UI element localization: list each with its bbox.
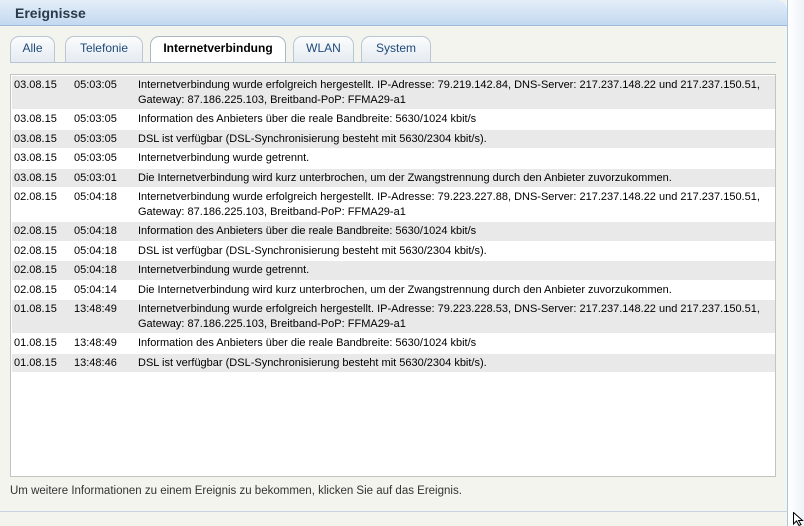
tab-alle[interactable]: Alle xyxy=(10,36,55,62)
event-date: 02.08.15 xyxy=(14,225,57,237)
tab-wlan[interactable]: WLAN xyxy=(293,36,354,62)
tab-divider xyxy=(10,62,776,63)
table-row[interactable]: 03.08.15 05:03:05 Information des Anbieter… xyxy=(12,110,775,130)
event-date: 01.08.15 xyxy=(14,303,57,315)
tab-system[interactable]: System xyxy=(361,36,431,62)
event-time: 05:03:01 xyxy=(74,171,117,184)
event-message: Internetverbindung wurde erfolgreich her… xyxy=(138,191,760,218)
event-message: Internetverbindung wurde getrennt. xyxy=(138,152,310,164)
event-date: 02.08.15 xyxy=(14,191,57,203)
table-row[interactable]: 02.08.15 05:04:18 Information des Anbieter… xyxy=(12,222,775,242)
event-time: 05:04:18 xyxy=(74,191,117,203)
event-time: 05:03:05 xyxy=(74,79,117,91)
event-time: 05:04:14 xyxy=(74,283,117,296)
event-time: 05:03:05 xyxy=(74,113,117,125)
hint-text: Um weitere Informationen zu einem Ereign… xyxy=(10,485,462,497)
event-time: 05:03:05 xyxy=(74,152,117,164)
event-time: 13:48:46 xyxy=(74,356,117,369)
tab-internetverbindung[interactable]: Internetverbindung xyxy=(150,36,286,63)
event-message: Information des Anbieters über die reale… xyxy=(138,225,477,237)
table-row[interactable]: 02.08.15 05:04:18 DSL ist verfügbar (DSL-S… xyxy=(12,241,775,261)
tab-telefonie[interactable]: Telefonie xyxy=(65,36,143,62)
table-row[interactable]: 03.08.15 05:03:01 Die Internetverbindung w… xyxy=(12,168,775,188)
event-date: 01.08.15 xyxy=(14,337,57,349)
mouse-pointer-icon xyxy=(793,512,804,526)
event-date: 02.08.15 xyxy=(14,264,57,276)
events-list: 03.08.15 05:03:05 Internetverbindung wurde… xyxy=(12,76,775,373)
event-message: Internetverbindung wurde erfolgreich her… xyxy=(138,303,760,330)
table-row[interactable]: 03.08.15 05:03:05 DSL ist verfügbar (DSL-S… xyxy=(12,129,775,149)
event-message: Internetverbindung wurde getrennt. xyxy=(138,264,310,276)
bottom-divider xyxy=(0,511,788,512)
events-panel: Ereignisse Alle Telefonie Internetverbin… xyxy=(0,0,788,526)
event-date: 03.08.15 xyxy=(14,152,57,164)
event-message: Die Internetverbindung wird kurz unterbr… xyxy=(138,171,672,184)
event-date: 03.08.15 xyxy=(14,113,57,125)
event-message: Information des Anbieters über die reale… xyxy=(138,113,477,125)
table-row[interactable]: 01.08.15 13:48:49 Information des Anbieter… xyxy=(12,334,775,354)
event-date: 03.08.15 xyxy=(14,171,57,184)
table-row[interactable]: 01.08.15 13:48:49 Internetverbindung wurde… xyxy=(12,300,775,334)
event-date: 02.08.15 xyxy=(14,283,57,296)
event-time: 05:04:18 xyxy=(74,264,117,276)
event-message: DSL ist verfügbar (DSL-Synchronisierung … xyxy=(138,244,487,257)
event-date: 03.08.15 xyxy=(14,79,57,91)
event-date: 03.08.15 xyxy=(14,132,57,145)
table-row[interactable]: 02.08.15 05:04:18 Internetverbindung wurde… xyxy=(12,261,775,281)
table-row[interactable]: 03.08.15 05:03:05 Internetverbindung wurde… xyxy=(12,76,775,110)
event-message: Internetverbindung wurde erfolgreich her… xyxy=(138,79,760,106)
event-message: Information des Anbieters über die reale… xyxy=(138,337,477,349)
event-date: 01.08.15 xyxy=(14,356,57,369)
event-time: 05:04:18 xyxy=(74,225,117,237)
event-message: DSL ist verfügbar (DSL-Synchronisierung … xyxy=(138,132,487,145)
panel-title: Ereignisse xyxy=(0,0,787,26)
event-time: 13:48:49 xyxy=(74,303,117,315)
event-time: 05:04:18 xyxy=(74,244,117,257)
window-edge xyxy=(788,0,804,526)
event-message: Die Internetverbindung wird kurz unterbr… xyxy=(138,283,672,296)
event-time: 13:48:49 xyxy=(74,337,117,349)
table-row[interactable]: 01.08.15 13:48:46 DSL ist verfügbar (DSL-S… xyxy=(12,353,775,373)
event-date: 02.08.15 xyxy=(14,244,57,257)
event-message: DSL ist verfügbar (DSL-Synchronisierung … xyxy=(138,356,487,369)
event-time: 05:03:05 xyxy=(74,132,117,145)
table-row[interactable]: 02.08.15 05:04:18 Internetverbindung wurde… xyxy=(12,188,775,222)
events-table: 03.08.15 05:03:05 Internetverbindung wurde… xyxy=(10,74,776,477)
table-row[interactable]: 03.08.15 05:03:05 Internetverbindung wurde… xyxy=(12,149,775,169)
table-row[interactable]: 02.08.15 05:04:14 Die Internetverbindung w… xyxy=(12,280,775,300)
